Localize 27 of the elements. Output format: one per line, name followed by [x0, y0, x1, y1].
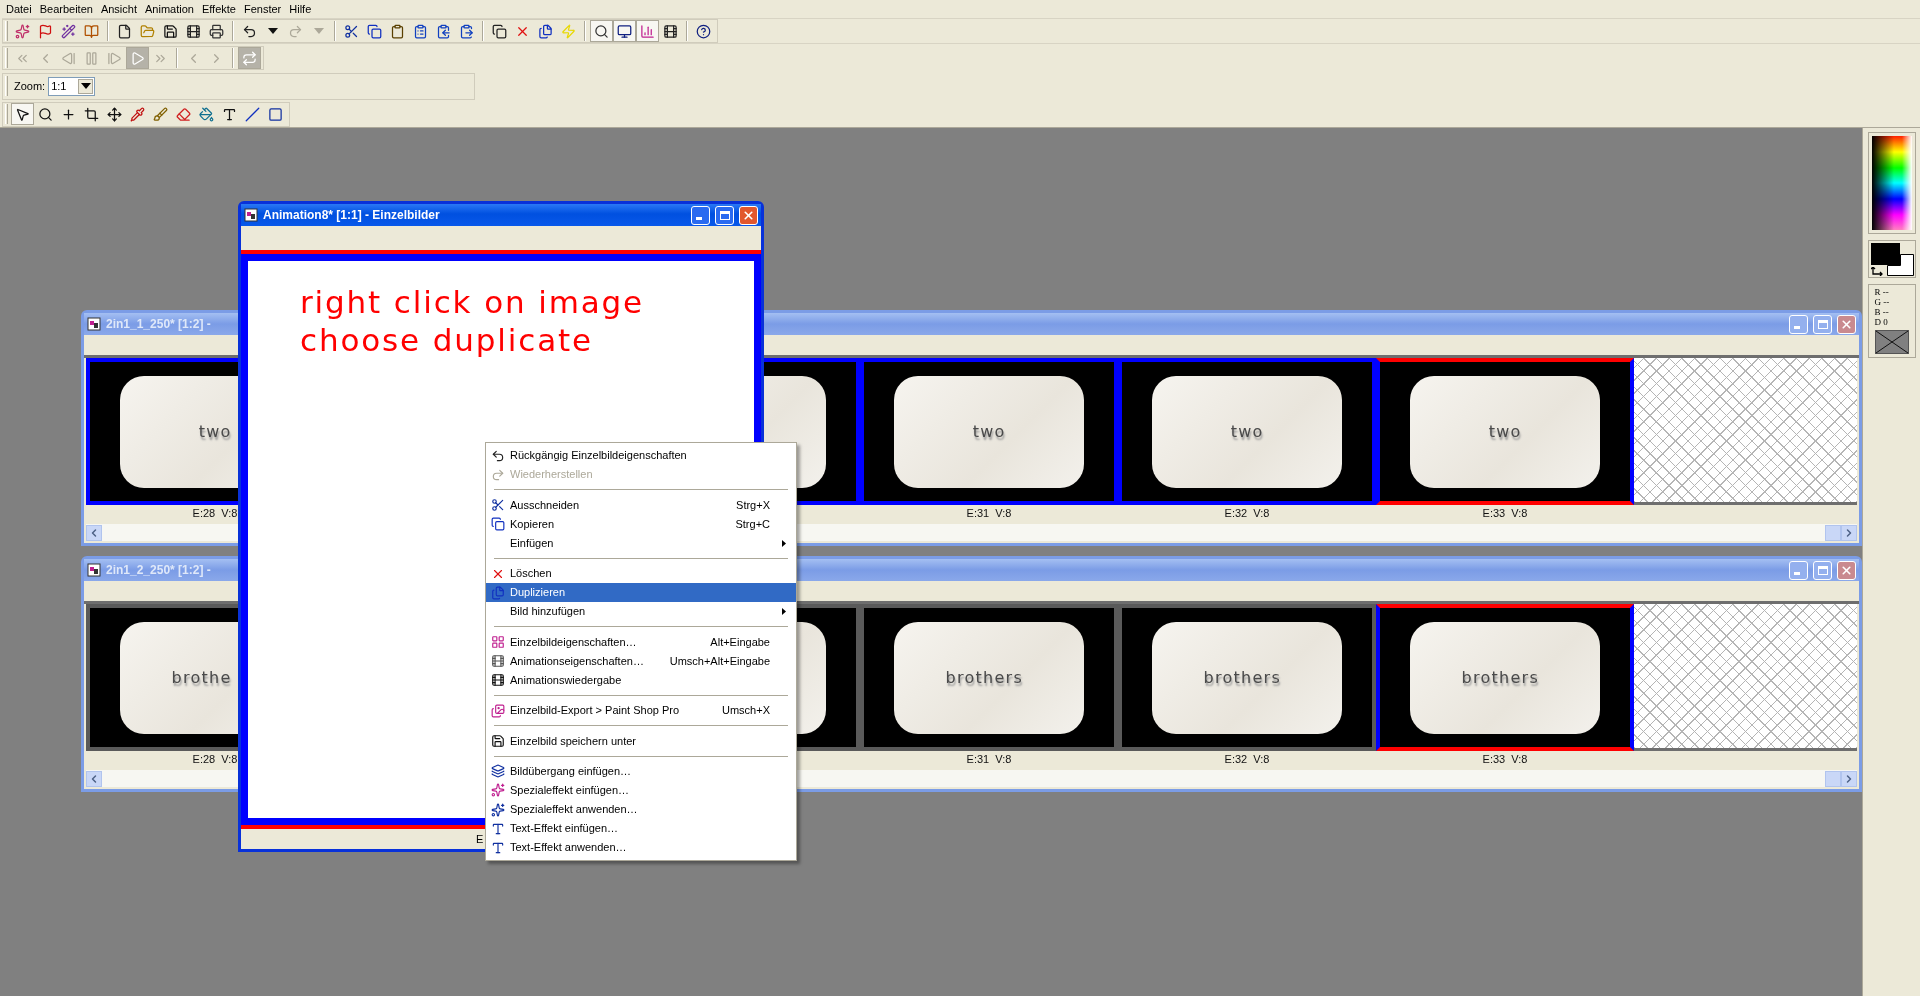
frame-label: E [476, 831, 484, 847]
frame-label: E:33 V:8 [1482, 752, 1528, 768]
zoom-label: Zoom: [14, 78, 46, 94]
canvas-text: right click on image [300, 283, 646, 321]
canvas-text: choose duplicate [300, 321, 594, 359]
frame-label: E:32 V:8 [1224, 506, 1270, 522]
frame-caption: brothers [1461, 666, 1541, 689]
frame-label: E:28 V:8 [192, 752, 238, 768]
frame-caption: brothers [1203, 666, 1283, 689]
frame-label: E:33 V:8 [1482, 506, 1528, 522]
frame-caption: two [1230, 420, 1264, 443]
frame-caption: two [1488, 420, 1522, 443]
window-title: Animation8* [1:1] - Einzelbilder [263, 207, 440, 224]
frame-caption: brothers [945, 666, 1025, 689]
frame-label: E:28 V:8 [192, 506, 238, 522]
color-readout: D 0 [1874, 317, 1889, 327]
window-title: 2in1_2_250* [1:2] - [106, 562, 211, 579]
frame-caption: brothe [171, 666, 233, 689]
frame-label: E:31 V:8 [966, 752, 1012, 768]
color-readout: G -- [1874, 297, 1891, 307]
color-readout: B -- [1874, 307, 1890, 317]
frame-label: E:32 V:8 [1224, 752, 1270, 768]
window-title: 2in1_1_250* [1:2] - [106, 316, 211, 333]
color-readout: R -- [1874, 287, 1890, 297]
frame-caption: two [972, 420, 1006, 443]
frame-label: E:31 V:8 [966, 506, 1012, 522]
frame-caption: two [198, 420, 232, 443]
